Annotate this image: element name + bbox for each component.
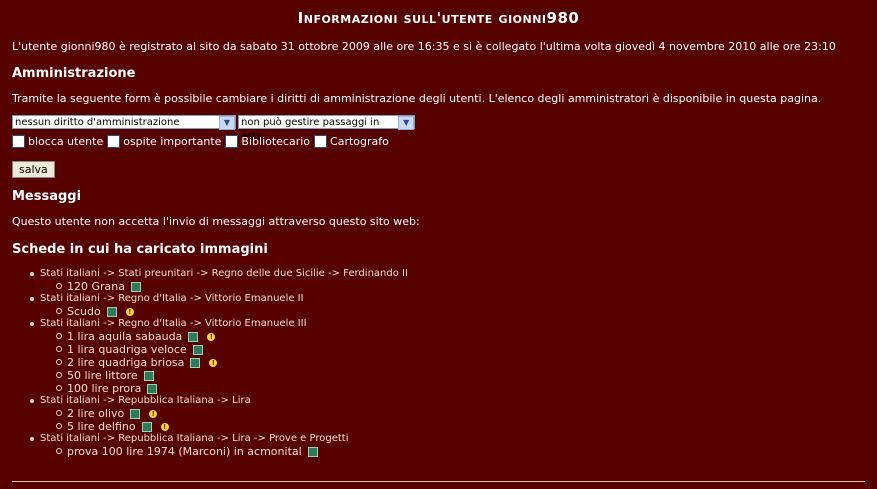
- admin-selects: nessun diritto d'amministrazione ▼ non p…: [12, 115, 877, 142]
- picture-icon[interactable]: [141, 421, 152, 432]
- chevron-down-icon: ▼: [398, 116, 414, 130]
- category-link[interactable]: Stati italiani -> Regno d'Italia -> Vitt…: [40, 293, 304, 304]
- item-link[interactable]: Scudo: [67, 305, 101, 318]
- category-link[interactable]: Stati italiani -> Repubblica Italiana ->…: [40, 395, 251, 406]
- picture-icon[interactable]: [131, 281, 141, 292]
- picture-icon[interactable]: [307, 446, 318, 457]
- warning-icon: !: [125, 307, 134, 316]
- item-list: Scudo!: [40, 305, 877, 318]
- category-item: Stati italiani -> Regno d'Italia -> Vitt…: [30, 293, 877, 318]
- page-title: Informazioni sull'utente gionni980: [297, 9, 580, 27]
- admin-checkboxes: blocca utente ospite importante Bibliote…: [12, 133, 877, 149]
- category-item: Stati italiani -> Regno d'Italia -> Vitt…: [30, 318, 877, 395]
- schede-heading: Schede in cui ha caricato immagini: [12, 242, 268, 257]
- save-button[interactable]: salva: [12, 161, 55, 178]
- list-item: 2 lire olivo!: [56, 407, 877, 420]
- list-item: 50 lire littore: [56, 369, 877, 382]
- category-item: Stati italiani -> Repubblica Italiana ->…: [30, 395, 877, 433]
- item-link[interactable]: 50 lire littore: [67, 369, 138, 382]
- item-link[interactable]: 1 lira aquila sabauda: [67, 330, 182, 343]
- item-link[interactable]: 100 lire prora: [67, 382, 141, 395]
- checkbox-ospite-importante[interactable]: ospite importante: [107, 134, 221, 148]
- admin-description: Tramite la seguente form è possibile cam…: [12, 92, 822, 105]
- list-item: 1 lira quadriga veloce: [56, 343, 877, 356]
- passaggi-select[interactable]: non può gestire passaggi in asta ▼: [238, 115, 415, 142]
- divider: [12, 481, 865, 482]
- list-item: 5 lire delfino!: [56, 420, 877, 433]
- item-link[interactable]: 1 lira quadriga veloce: [67, 343, 187, 356]
- category-link[interactable]: Stati italiani -> Regno d'Italia -> Vitt…: [40, 318, 307, 329]
- list-item: 1 lira aquila sabauda!: [56, 330, 877, 343]
- list-item: Scudo!: [56, 305, 877, 318]
- warning-icon: !: [207, 332, 216, 341]
- checkbox-box[interactable]: [12, 134, 25, 148]
- checkbox-box[interactable]: [107, 134, 121, 148]
- checkbox-cartografo[interactable]: Cartografo: [314, 134, 389, 148]
- list-item: 100 lire prora: [56, 382, 877, 395]
- checkbox-blocca-utente[interactable]: blocca utente: [12, 134, 103, 148]
- item-link[interactable]: 2 lire quadriga briosa: [67, 356, 184, 369]
- item-list: 120 Grana: [40, 280, 877, 293]
- user-info: L'utente gionni980 è registrato al sito …: [12, 40, 836, 53]
- category-list: Stati italiani -> Stati preunitari -> Re…: [0, 268, 877, 458]
- item-list: 1 lira aquila sabauda! 1 lira quadriga ve…: [40, 330, 877, 395]
- admin-heading: Amministrazione: [12, 66, 136, 81]
- item-link[interactable]: prova 100 lire 1974 (Marconi) in acmonit…: [67, 445, 302, 458]
- item-link[interactable]: 120 Grana: [67, 280, 125, 293]
- item-list: prova 100 lire 1974 (Marconi) in acmonit…: [40, 445, 877, 458]
- warning-icon: !: [209, 358, 218, 367]
- category-link[interactable]: Stati italiani -> Stati preunitari -> Re…: [40, 268, 408, 279]
- category-item: Stati italiani -> Stati preunitari -> Re…: [30, 268, 877, 293]
- picture-icon[interactable]: [192, 344, 203, 355]
- messages-heading: Messaggi: [12, 189, 82, 204]
- category-item: Stati italiani -> Repubblica Italiana ->…: [30, 433, 877, 458]
- list-item: 2 lire quadriga briosa!: [56, 356, 877, 369]
- warning-icon: !: [160, 422, 169, 431]
- rights-select[interactable]: nessun diritto d'amministrazione ▼: [12, 115, 236, 130]
- picture-icon[interactable]: [188, 331, 199, 342]
- messages-text: Questo utente non accetta l'invio di mes…: [12, 215, 420, 228]
- item-link[interactable]: 5 lire delfino: [67, 420, 136, 433]
- picture-icon[interactable]: [106, 306, 117, 317]
- picture-icon[interactable]: [190, 357, 201, 368]
- picture-icon[interactable]: [130, 408, 141, 419]
- item-list: 2 lire olivo! 5 lire delfino!: [40, 407, 877, 433]
- item-link[interactable]: 2 lire olivo: [67, 407, 124, 420]
- category-link[interactable]: Stati italiani -> Repubblica Italiana ->…: [40, 433, 349, 444]
- warning-icon: !: [149, 409, 158, 418]
- list-item: prova 100 lire 1974 (Marconi) in acmonit…: [56, 445, 877, 458]
- checkbox-box[interactable]: [314, 134, 328, 148]
- checkbox-box[interactable]: [225, 134, 239, 148]
- chevron-down-icon: ▼: [219, 116, 235, 130]
- picture-icon[interactable]: [143, 370, 154, 381]
- list-item: 120 Grana: [56, 280, 877, 293]
- checkbox-bibliotecario[interactable]: Bibliotecario: [225, 134, 310, 148]
- picture-icon[interactable]: [147, 383, 158, 394]
